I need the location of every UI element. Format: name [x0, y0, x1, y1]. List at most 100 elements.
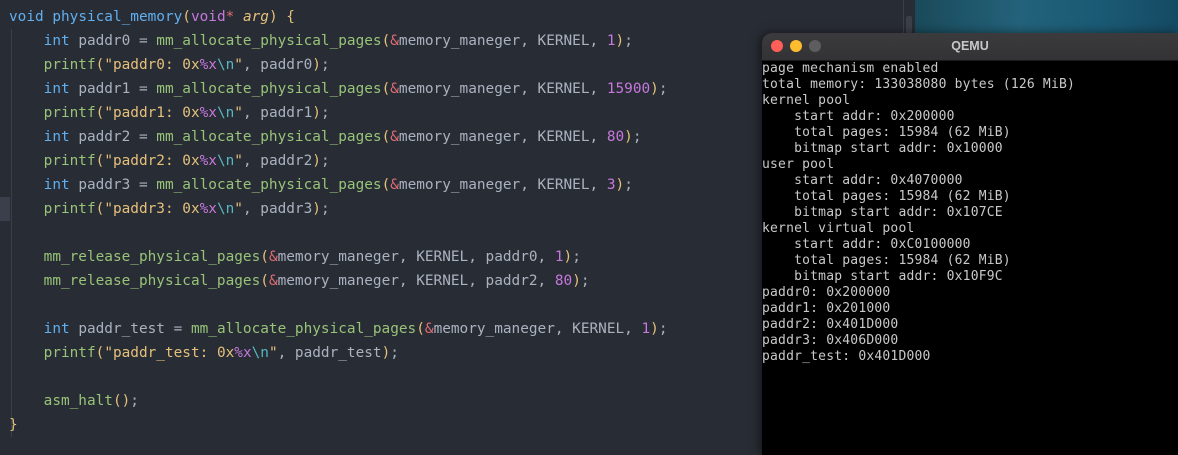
code-token: ; [624, 177, 633, 193]
code-line[interactable]: int paddr_test = mm_allocate_physical_pa… [9, 317, 668, 341]
code-token: mm_release_physical_pages [43, 273, 261, 289]
code-token: mm_allocate_physical_pages [156, 81, 382, 97]
code-token: paddr_test = [69, 321, 191, 337]
code-token: ; [320, 105, 330, 121]
code-token: ; [580, 273, 590, 289]
code-token: ( [95, 57, 105, 73]
qemu-console[interactable]: page mechanism enabled total memory: 1330… [762, 61, 1178, 455]
code-token: ) [268, 9, 278, 25]
console-line: total memory: 133038080 bytes (126 MiB) [762, 77, 1076, 92]
code-token: int [43, 177, 70, 193]
code-line[interactable]: printf("paddr1: 0x%x\n", paddr1); [9, 101, 330, 125]
code-token: , paddr0 [242, 57, 313, 73]
code-token: ( [381, 33, 391, 49]
code-line[interactable]: mm_release_physical_pages(&memory_manege… [9, 245, 581, 269]
code-token: } [9, 417, 18, 433]
code-token: %x [199, 201, 217, 217]
code-token: ; [320, 57, 330, 73]
console-line: start addr: 0x4070000 [762, 173, 963, 188]
code-token: mm_allocate_physical_pages [156, 129, 382, 145]
code-line[interactable]: asm_halt(); [9, 389, 139, 413]
code-token: ; [320, 201, 330, 217]
console-line: paddr2: 0x401D000 [762, 317, 899, 332]
desktop-wallpaper [915, 0, 1178, 34]
code-line[interactable]: mm_release_physical_pages(&memory_manege… [9, 269, 590, 293]
code-line[interactable]: printf("paddr_test: 0x%x\n", paddr_test)… [9, 341, 399, 365]
code-token: ) [312, 153, 321, 169]
code-token: int [43, 129, 70, 145]
code-token: 3 [606, 177, 616, 193]
code-line[interactable]: printf("paddr0: 0x%x\n", paddr0); [9, 53, 330, 77]
code-token: ( [95, 105, 105, 121]
console-line: paddr0: 0x200000 [762, 285, 891, 300]
console-line: bitmap start addr: 0x10000 [762, 141, 1003, 156]
code-line[interactable]: int paddr0 = mm_allocate_physical_pages(… [9, 29, 633, 53]
code-token: ( [260, 249, 269, 265]
minimap-scroll-thumb[interactable] [906, 16, 912, 34]
code-token: , paddr2 [242, 153, 313, 169]
code-line[interactable]: void physical_memory(void* arg) { [9, 5, 295, 29]
code-line[interactable]: int paddr1 = mm_allocate_physical_pages(… [9, 77, 668, 101]
code-token: %x [234, 345, 252, 361]
code-line[interactable]: printf("paddr3: 0x%x\n", paddr3); [9, 197, 330, 221]
code-token: int [43, 33, 70, 49]
code-token: ) [650, 81, 659, 97]
console-line: paddr_test: 0x401D000 [762, 349, 931, 364]
code-token: ; [320, 153, 330, 169]
code-token: " [234, 57, 243, 73]
code-token: & [390, 177, 399, 193]
code-token: ) [615, 177, 625, 193]
code-line[interactable]: int paddr2 = mm_allocate_physical_pages(… [9, 125, 642, 149]
code-token: int [43, 321, 70, 337]
code-token: 80 [554, 273, 573, 289]
code-token: () [112, 393, 131, 409]
code-token: ; [390, 345, 399, 361]
code-token: "paddr2: 0x [104, 153, 200, 169]
code-token: * [225, 9, 243, 25]
code-token: \n [251, 345, 269, 361]
code-token: mm_allocate_physical_pages [156, 177, 382, 193]
code-token: mm_allocate_physical_pages [156, 33, 382, 49]
code-token: void [190, 9, 226, 25]
code-token: 80 [606, 129, 625, 145]
console-line: total pages: 15984 (62 MiB) [762, 189, 1011, 204]
code-token: arg [242, 9, 269, 25]
code-token: ( [381, 177, 391, 193]
code-token: ) [381, 345, 391, 361]
code-token: \n [216, 57, 235, 73]
code-token: printf [43, 153, 96, 169]
code-token: %x [199, 153, 217, 169]
qemu-window[interactable]: QEMU page mechanism enabled total memory:… [762, 33, 1178, 455]
code-token: , paddr1 [242, 105, 313, 121]
code-token: ( [182, 9, 191, 25]
code-token: asm_halt [43, 393, 113, 409]
code-token: void [9, 9, 53, 25]
code-token: ; [572, 249, 581, 265]
code-token: memory_maneger, KERNEL, [398, 33, 607, 49]
code-token: memory_maneger, KERNEL, paddr2, [277, 273, 555, 289]
code-token: ) [624, 129, 633, 145]
code-token: memory_maneger, KERNEL, [398, 81, 607, 97]
code-line[interactable]: int paddr3 = mm_allocate_physical_pages(… [9, 173, 633, 197]
code-line[interactable]: printf("paddr2: 0x%x\n", paddr2); [9, 149, 330, 173]
code-token: ; [130, 393, 139, 409]
qemu-titlebar[interactable]: QEMU [762, 33, 1178, 61]
console-line: start addr: 0xC0100000 [762, 237, 971, 252]
console-line: kernel pool [762, 93, 851, 108]
code-token: & [390, 33, 399, 49]
code-token: "paddr1: 0x [104, 105, 200, 121]
code-token: " [234, 153, 243, 169]
code-line[interactable]: } [9, 413, 18, 437]
code-token: ) [650, 321, 659, 337]
console-line: user pool [762, 157, 835, 172]
code-token: "paddr_test: 0x [104, 345, 235, 361]
code-token: ( [381, 129, 391, 145]
